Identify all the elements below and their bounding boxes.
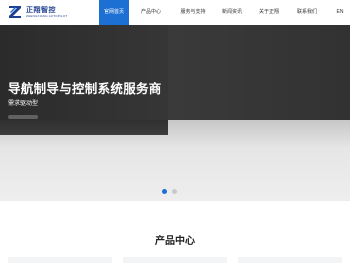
carousel-dots: [0, 189, 350, 195]
carousel-dot-1[interactable]: [162, 189, 167, 194]
product-card[interactable]: [238, 257, 342, 263]
hero-title: 导航制导与控制系统服务商: [8, 82, 162, 96]
hero-banner[interactable]: 导航制导与控制系统服务商 需求驱动型: [0, 25, 350, 201]
nav-item-news[interactable]: 新闻资讯: [220, 0, 244, 25]
carousel-dot-2[interactable]: [172, 189, 177, 194]
page: 正翔智控 ZHENGXIANG AUTOPILOT 官网首页 产品中心 服务与支…: [0, 0, 350, 263]
site-header: 正翔智控 ZHENGXIANG AUTOPILOT 官网首页 产品中心 服务与支…: [0, 0, 350, 25]
logo-mark-icon: [8, 4, 22, 20]
hero-subtitle: 需求驱动型: [8, 101, 39, 107]
nav-item-products[interactable]: 产品中心: [139, 0, 163, 25]
nav-item-contact[interactable]: 联系我们: [295, 0, 319, 25]
section-title-products: 产品中心: [155, 236, 195, 247]
nav-item-about[interactable]: 关于正翔: [257, 0, 281, 25]
product-card[interactable]: [123, 257, 227, 263]
hero-image-lower-left: [0, 120, 168, 135]
product-card[interactable]: [8, 257, 112, 263]
brand-subtitle: ZHENGXIANG AUTOPILOT: [26, 14, 68, 18]
hero-accent-line: [8, 115, 38, 119]
language-switch[interactable]: EN: [335, 0, 345, 25]
nav-item-services[interactable]: 服务与支持: [178, 0, 208, 25]
nav-item-home[interactable]: 官网首页: [99, 0, 129, 25]
hero-image-right: [168, 25, 350, 120]
logo[interactable]: 正翔智控 ZHENGXIANG AUTOPILOT: [8, 4, 88, 22]
